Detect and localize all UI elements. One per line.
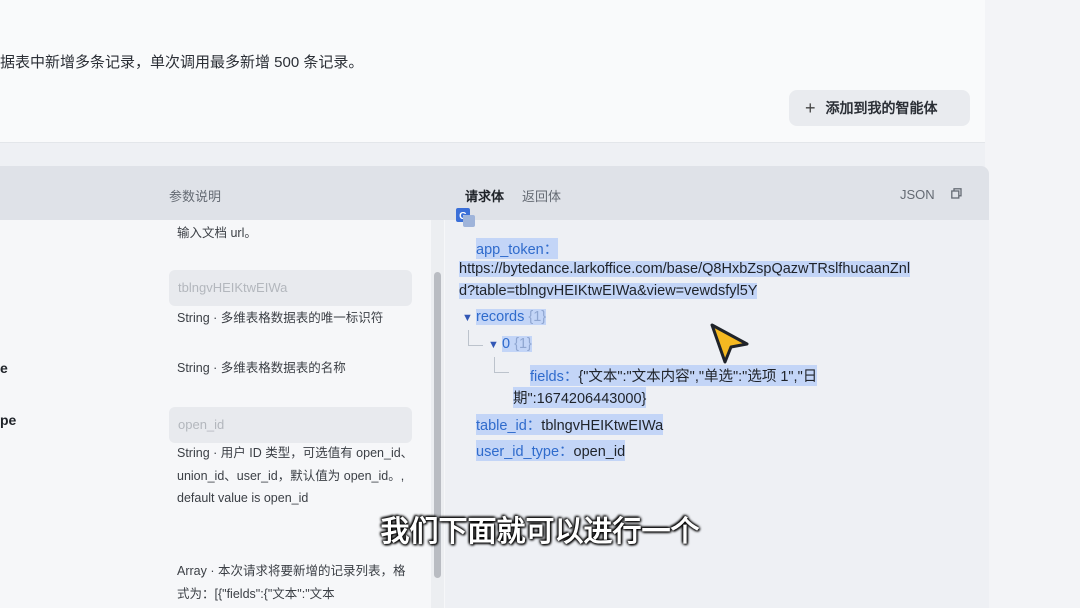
api-description: 据表中新增多条记录，单次调用最多新增 500 条记录。 — [0, 54, 364, 71]
api-description-card: 据表中新增多条记录，单次调用最多新增 500 条记录。 + 添加到我的智能体 — [0, 0, 985, 143]
param-name: e — [0, 360, 8, 376]
fields-value-line[interactable]: 期":1674206443000} — [513, 387, 647, 408]
param-desc: 输入文档 url。 — [177, 226, 257, 240]
tab-response-body[interactable]: 返回体 — [522, 186, 561, 205]
param-desc: Array · 本次请求将要新增的记录列表，格式为：[{"fields":{"文… — [177, 564, 406, 601]
copy-icon[interactable] — [951, 188, 962, 199]
app-token-value-line[interactable]: https://bytedance.larkoffice.com/base/Q8… — [459, 261, 911, 277]
object-count: {1} — [514, 336, 532, 352]
json-separator: ： — [563, 369, 579, 385]
param-desc: String · 多维表格数据表的唯一标识符 — [177, 311, 384, 325]
tab-request-body[interactable]: 请求体 — [465, 186, 504, 205]
code-line-item-0[interactable]: 0 {1} — [502, 336, 532, 352]
json-key: 0 — [502, 336, 511, 352]
param-desc: String · 用户 ID 类型，可选值有 open_id、union_id、… — [177, 446, 414, 505]
user-id-type-input[interactable]: open_id — [169, 407, 412, 443]
tree-guide — [494, 357, 509, 373]
code-line-records[interactable]: records {1} — [476, 309, 547, 325]
mouse-cursor-icon — [710, 323, 749, 364]
code-line-table-id[interactable]: table_id：tblngvHEIKtwEIWa — [476, 414, 664, 435]
video-subtitle: 我们下面就可以进行一个 — [380, 516, 700, 548]
code-line-user-id-type[interactable]: user_id_type：open_id — [476, 440, 626, 461]
collapse-item-icon[interactable]: ▼ — [488, 339, 499, 351]
app-token-value-line[interactable]: d?table=tblngvHEIKtwEIWa&view=vewdsfyl5Y — [459, 283, 758, 299]
json-key: records — [476, 309, 525, 325]
add-to-agent-button[interactable]: + 添加到我的智能体 — [789, 90, 970, 126]
plus-icon: + — [805, 97, 816, 118]
json-key: fields — [530, 369, 564, 385]
json-key: app_token — [476, 242, 544, 258]
code-line-fields[interactable]: fields：{"文本":"文本内容","单选":"选项 1","日 — [530, 365, 818, 386]
param-desc: String · 多维表格数据表的名称 — [177, 361, 346, 375]
code-line-app-token[interactable]: app_token： — [476, 238, 559, 259]
json-value: open_id — [573, 444, 626, 460]
collapse-records-icon[interactable]: ▼ — [462, 312, 473, 324]
json-value: tblngvHEIKtwEIWa — [541, 418, 664, 434]
add-to-agent-label: 添加到我的智能体 — [825, 100, 938, 116]
table-id-input[interactable]: tblngvHEIKtwEIWa — [169, 270, 412, 306]
json-separator: ： — [526, 418, 542, 434]
param-desc-column-header: 参数说明 — [169, 189, 222, 204]
json-key: user_id_type — [476, 444, 560, 460]
panel-header: 参数说明 请求体 返回体 JSON — [0, 166, 989, 220]
array-count: {1} — [528, 309, 547, 325]
json-separator: ： — [543, 242, 559, 258]
fields-value: {"文本":"文本内容","单选":"选项 1","日 — [578, 369, 818, 385]
json-format-label[interactable]: JSON — [900, 187, 935, 202]
json-separator: ： — [559, 444, 574, 460]
json-key: table_id — [476, 418, 527, 434]
param-name: pe — [0, 412, 17, 428]
translate-icon[interactable]: G — [456, 208, 476, 228]
tree-guide — [468, 330, 483, 346]
